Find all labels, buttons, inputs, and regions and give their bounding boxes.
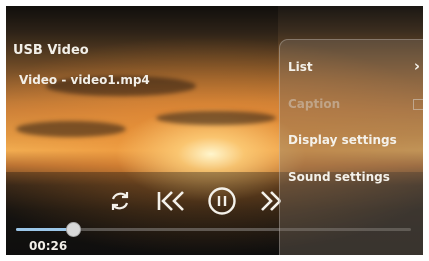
cloud-shape: [16, 121, 126, 137]
repeat-button[interactable]: [108, 189, 132, 213]
menu-item-sound-settings[interactable]: Sound settings: [288, 170, 390, 184]
menu-item-label: List: [288, 60, 313, 74]
options-menu: List › Caption Display settings Sound se…: [279, 39, 423, 255]
menu-item-label: Caption: [288, 97, 341, 111]
chevron-right-icon[interactable]: ›: [414, 57, 420, 75]
menu-item-display-settings[interactable]: Display settings: [288, 133, 397, 147]
menu-item-caption[interactable]: Caption: [288, 97, 340, 111]
cloud-shape: [156, 111, 276, 125]
caption-checkbox[interactable]: [413, 99, 423, 110]
previous-button[interactable]: [156, 189, 186, 213]
menu-item-label: Sound settings: [288, 170, 390, 184]
current-time: 00:26: [29, 239, 68, 253]
source-title: USB Video: [13, 43, 89, 58]
skip-back-icon: [157, 191, 184, 211]
menu-item-label: Display settings: [288, 133, 397, 147]
menu-item-list[interactable]: List: [288, 60, 313, 74]
repeat-icon: [111, 192, 129, 210]
video-player-screen[interactable]: USB Video Video - video1.mp4 00:26 List …: [6, 6, 423, 255]
skip-forward-icon: [261, 191, 281, 211]
seek-handle[interactable]: [66, 222, 81, 237]
next-button[interactable]: [259, 189, 281, 213]
file-name: Video - video1.mp4: [19, 73, 150, 87]
pause-circle-icon: [208, 187, 236, 215]
seek-progress: [16, 228, 72, 231]
pause-button[interactable]: [207, 186, 237, 216]
